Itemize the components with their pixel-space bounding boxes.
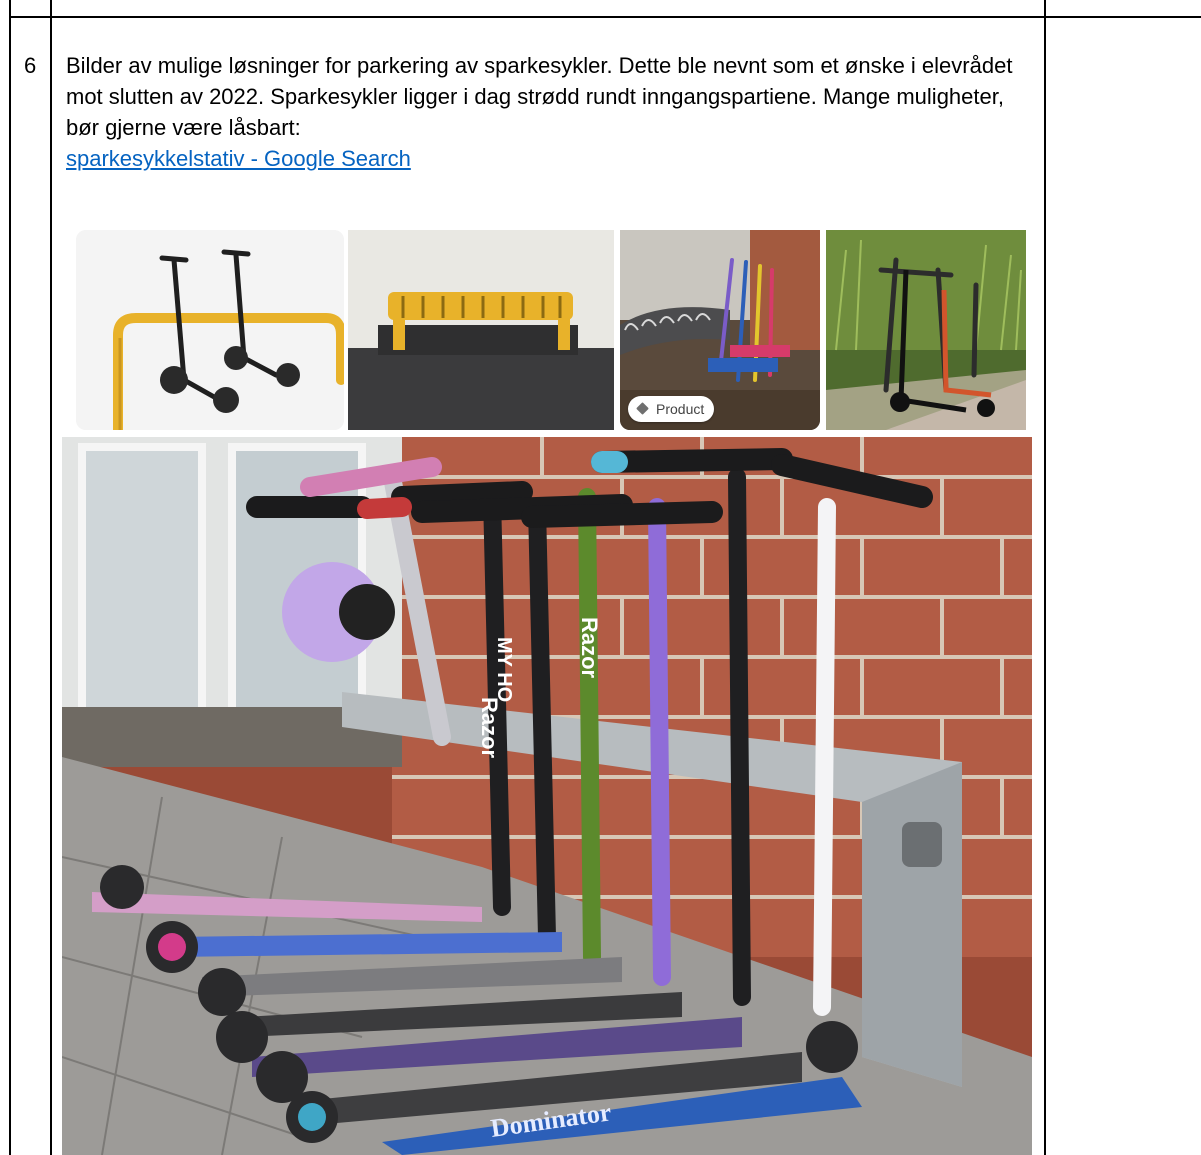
row-description: Bilder av mulige løsninger for parkering… (66, 50, 1026, 174)
thumbnail-curved-rack-scooters: Product (620, 230, 820, 430)
table-row-border (9, 16, 1201, 18)
scooter-label-razor-2: Razor (577, 617, 602, 679)
table-left-border (9, 0, 11, 1155)
main-photo-wall-rack-scooters: Razor MY HO Razor Dominator (62, 437, 1032, 1155)
table-column-divider-right (1044, 0, 1046, 1155)
product-badge: Product (628, 396, 715, 422)
scooter-label-razor-1: Razor (477, 697, 502, 759)
scooter-label-myho: MY HO (493, 637, 515, 702)
thumbnail-yellow-floor-rack (348, 230, 614, 430)
row-number: 6 (24, 53, 37, 78)
thumbnail-outdoor-rack (826, 230, 1026, 430)
tag-icon (636, 402, 649, 415)
description-paragraph: Bilder av mulige løsninger for parkering… (66, 53, 1013, 140)
google-search-link[interactable]: sparkesykkelstativ - Google Search (66, 143, 411, 174)
thumbnail-yellow-hoop-rack (76, 230, 344, 430)
product-badge-label: Product (656, 401, 705, 417)
table-column-divider (50, 0, 52, 1155)
